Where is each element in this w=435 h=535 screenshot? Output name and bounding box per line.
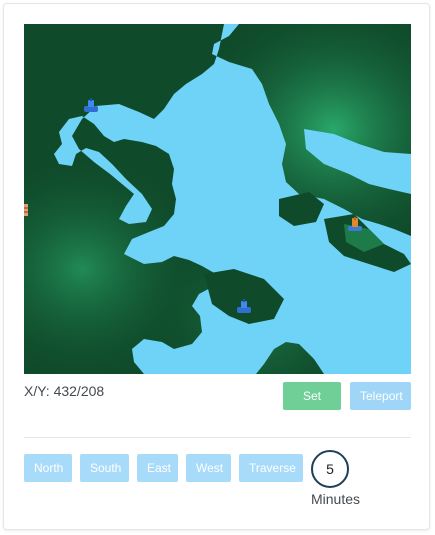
- south-button[interactable]: South: [80, 454, 129, 482]
- map-canvas[interactable]: [24, 24, 411, 374]
- coordinates-readout: X/Y: 432/208: [24, 383, 105, 399]
- traverse-button[interactable]: Traverse: [239, 454, 303, 482]
- timer-value: 5: [311, 450, 349, 488]
- west-button[interactable]: West: [186, 454, 231, 482]
- edge-marker-icon[interactable]: [24, 204, 28, 216]
- divider: [24, 437, 411, 438]
- teleport-button[interactable]: Teleport: [350, 382, 411, 410]
- east-button[interactable]: East: [137, 454, 178, 482]
- timer-unit-label: Minutes: [311, 491, 361, 507]
- north-button[interactable]: North: [24, 454, 72, 482]
- set-sail-button[interactable]: Set Sail: [283, 382, 341, 431]
- world-map[interactable]: [24, 24, 411, 374]
